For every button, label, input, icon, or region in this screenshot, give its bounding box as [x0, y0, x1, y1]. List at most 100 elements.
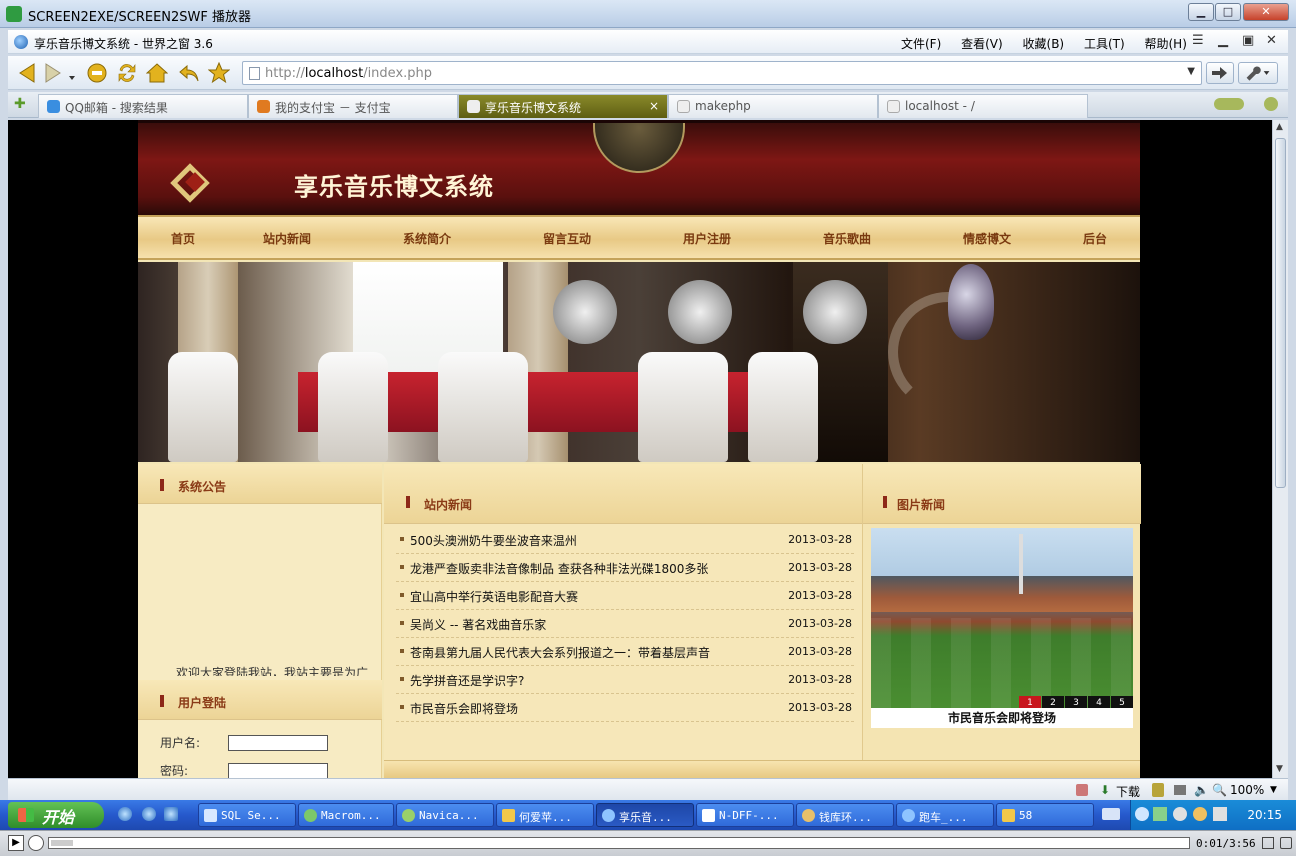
- tab-alipay[interactable]: 我的支付宝 － 支付宝: [248, 94, 458, 118]
- news-item[interactable]: 吴尚义 -- 著名戏曲音乐家 2013-03-28: [396, 610, 854, 638]
- progress-thumb[interactable]: [51, 840, 73, 846]
- task-browser-2[interactable]: 跑车_...: [896, 803, 994, 827]
- pager-5[interactable]: 5: [1111, 696, 1133, 708]
- task-navicat[interactable]: Navica...: [396, 803, 494, 827]
- home-icon[interactable]: [146, 62, 168, 84]
- fullscreen-icon[interactable]: [1262, 837, 1274, 849]
- status-note-icon[interactable]: [1152, 783, 1164, 797]
- menu-favorites[interactable]: 收藏(B): [1023, 37, 1065, 51]
- keyboard-icon[interactable]: [1102, 808, 1120, 820]
- tab-makephp[interactable]: makephp: [668, 94, 878, 118]
- quicklaunch-desktop-icon[interactable]: [164, 807, 178, 821]
- browser-restore-icon[interactable]: ▣: [1242, 33, 1254, 48]
- task-browser-active[interactable]: 享乐音...: [596, 803, 694, 827]
- browser-minimize-icon[interactable]: ▁: [1218, 33, 1228, 48]
- tray-shield-icon[interactable]: [1153, 807, 1167, 821]
- undo-close-icon[interactable]: [178, 62, 200, 84]
- menu-toggle-icon[interactable]: ☰: [1192, 33, 1204, 48]
- refresh-icon[interactable]: [116, 62, 138, 84]
- quicklaunch-icon[interactable]: [118, 807, 132, 821]
- go-button[interactable]: [1206, 62, 1234, 84]
- vertical-scrollbar[interactable]: ▲ ▼: [1272, 120, 1288, 778]
- tab-scroll-icon[interactable]: [1214, 98, 1244, 110]
- password-input[interactable]: [228, 763, 328, 778]
- playback-progress[interactable]: [48, 837, 1190, 849]
- scroll-thumb[interactable]: [1275, 138, 1286, 488]
- history-dropdown-icon[interactable]: [66, 62, 78, 84]
- task-word[interactable]: N-DFF-...: [696, 803, 794, 827]
- news-item[interactable]: 龙港严查贩卖非法音像制品 查获各种非法光碟1800多张 2013-03-28: [396, 554, 854, 582]
- menu-tools[interactable]: 工具(T): [1084, 37, 1125, 51]
- task-folder[interactable]: 何爱苹...: [496, 803, 594, 827]
- status-security-icon[interactable]: [1076, 784, 1088, 796]
- pager-4[interactable]: 4: [1088, 696, 1110, 708]
- tab-close-icon[interactable]: ×: [649, 99, 659, 113]
- minimize-button[interactable]: ▁: [1188, 3, 1214, 21]
- stop-icon[interactable]: [86, 62, 108, 84]
- menu-view[interactable]: 查看(V): [961, 37, 1003, 51]
- news-item[interactable]: 苍南县第九届人民代表大会系列报道之一：带着基层声音 2013-03-28: [396, 638, 854, 666]
- zoom-level[interactable]: 100%: [1230, 783, 1264, 797]
- tray-network-icon[interactable]: [1173, 807, 1187, 821]
- taskbar-clock[interactable]: 20:15: [1247, 808, 1282, 822]
- pager-2[interactable]: 2: [1042, 696, 1064, 708]
- task-qq[interactable]: 钱库环...: [796, 803, 894, 827]
- address-dropdown-icon[interactable]: ▼: [1187, 66, 1195, 77]
- download-arrow-icon[interactable]: ⬇: [1100, 783, 1110, 797]
- picture-caption[interactable]: 市民音乐会即将登场: [871, 708, 1133, 728]
- menu-file[interactable]: 文件(F): [901, 37, 941, 51]
- menu-help[interactable]: 帮助(H): [1144, 37, 1186, 51]
- tray-qq-icon[interactable]: [1193, 807, 1207, 821]
- download-label[interactable]: 下载: [1116, 783, 1140, 800]
- nav-guestbook[interactable]: 留言互动: [543, 230, 591, 247]
- player-close-icon[interactable]: [1280, 837, 1292, 849]
- quicklaunch-browser-icon[interactable]: [142, 807, 156, 821]
- nav-admin[interactable]: 后台: [1083, 230, 1107, 247]
- tray-expand-icon[interactable]: [1135, 807, 1149, 821]
- close-button[interactable]: ✕: [1243, 3, 1289, 21]
- tab-list-icon[interactable]: [1264, 97, 1278, 111]
- browser-close-icon[interactable]: ✕: [1266, 33, 1277, 48]
- news-item[interactable]: 500头澳洲奶牛要坐波音来温州 2013-03-28: [396, 526, 854, 554]
- username-input[interactable]: [228, 735, 328, 751]
- tools-button[interactable]: [1238, 62, 1278, 84]
- forward-icon[interactable]: [42, 62, 64, 84]
- nav-register[interactable]: 用户注册: [683, 230, 731, 247]
- maximize-button[interactable]: □: [1215, 3, 1241, 21]
- status-print-icon[interactable]: [1174, 785, 1186, 795]
- news-item[interactable]: 市民音乐会即将登场 2013-03-28: [396, 694, 854, 722]
- tab-qq-mail[interactable]: QQ邮箱 - 搜索结果: [38, 94, 248, 118]
- back-icon[interactable]: [16, 62, 38, 84]
- pager-3[interactable]: 3: [1065, 696, 1087, 708]
- pager-1[interactable]: 1: [1019, 696, 1041, 708]
- zoom-dropdown-icon[interactable]: ▼: [1270, 785, 1277, 795]
- task-macromedia[interactable]: Macrom...: [298, 803, 394, 827]
- news-item[interactable]: 先学拼音还是学识字? 2013-03-28: [396, 666, 854, 694]
- zoom-icon[interactable]: 🔍: [1212, 783, 1227, 797]
- new-tab-icon[interactable]: ✚: [14, 96, 26, 112]
- picture-news-photo[interactable]: 12345: [871, 528, 1133, 708]
- tab-localhost[interactable]: localhost - /: [878, 94, 1088, 118]
- login-title: 用户登陆: [178, 696, 227, 710]
- nav-blog[interactable]: 情感博文: [963, 230, 1011, 247]
- address-url[interactable]: http://localhost/index.php: [265, 66, 432, 81]
- nav-home[interactable]: 首页: [171, 230, 195, 247]
- nav-music[interactable]: 音乐歌曲: [823, 230, 871, 247]
- address-bar[interactable]: http://localhost/index.php ▼: [242, 61, 1202, 85]
- tray-volume-icon[interactable]: [1213, 807, 1227, 821]
- news-item[interactable]: 宜山高中举行英语电影配音大赛 2013-03-28: [396, 582, 854, 610]
- nav-news[interactable]: 站内新闻: [263, 230, 311, 247]
- tab-music-blog[interactable]: 享乐音乐博文系统 ×: [458, 94, 668, 118]
- stop-playback-icon[interactable]: [28, 835, 44, 851]
- start-button[interactable]: 开始: [8, 802, 104, 828]
- favorites-star-icon[interactable]: [208, 62, 230, 84]
- scroll-down-icon[interactable]: ▼: [1276, 764, 1283, 774]
- task-sql-server[interactable]: SQL Se...: [198, 803, 296, 827]
- play-button[interactable]: ▶: [8, 835, 24, 851]
- task-folder-58[interactable]: 58: [996, 803, 1094, 827]
- scroll-up-icon[interactable]: ▲: [1276, 122, 1283, 132]
- nav-about[interactable]: 系统简介: [403, 230, 451, 247]
- window-title: SCREEN2EXE/SCREEN2SWF 播放器: [28, 10, 251, 25]
- status-sound-icon[interactable]: 🔈: [1194, 783, 1209, 797]
- news-header: 站内新闻: [384, 464, 862, 524]
